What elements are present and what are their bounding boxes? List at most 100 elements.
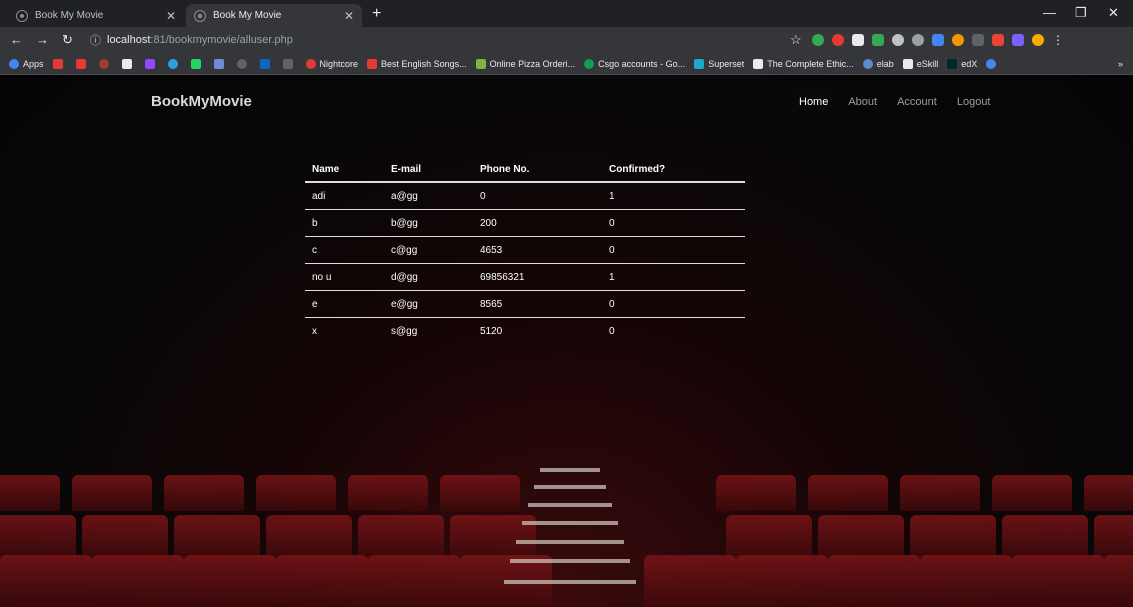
bookmark-item[interactable]: eSkill	[902, 58, 939, 69]
grammarly-icon[interactable]	[812, 34, 824, 46]
menu-dots-icon[interactable]: ⋮	[1052, 33, 1064, 47]
table-header-row: Name E-mail Phone No. Confirmed?	[305, 157, 745, 183]
nav-about[interactable]: About	[838, 87, 887, 117]
tab-title: Book My Movie	[213, 10, 282, 21]
close-window-icon[interactable]: ✕	[1108, 5, 1119, 21]
bookmark-label: eSkill	[916, 58, 939, 69]
cell-phone: 8565	[473, 290, 602, 318]
cell-confirmed: 0	[609, 325, 615, 337]
forward-icon[interactable]: →	[36, 32, 49, 47]
cell-phone: 200	[473, 209, 602, 237]
bookmark-item[interactable]: elab	[862, 58, 894, 69]
profile-avatar-icon[interactable]	[1032, 34, 1044, 46]
bookmark-item[interactable]: Apps	[9, 58, 44, 69]
reload-icon[interactable]: ↻	[62, 32, 73, 48]
seat-decoration	[992, 475, 1072, 511]
bookmark-item[interactable]: The Complete Ethic...	[753, 58, 854, 69]
extension-icon[interactable]	[892, 34, 904, 46]
bookmark-item[interactable]	[259, 58, 274, 69]
bookmarks-bar: Apps Nightcore Best English Songs... Online…	[0, 53, 1133, 75]
bookmark-item[interactable]	[52, 58, 67, 69]
bookmark-item[interactable]: Csgo accounts - Go...	[584, 58, 685, 69]
bookmark-favicon-icon	[144, 58, 155, 69]
close-tab-icon[interactable]: ✕	[166, 9, 176, 23]
browser-tab-1[interactable]: Book My Movie ✕	[8, 4, 184, 27]
cell-name: x	[312, 325, 317, 337]
globe-icon	[16, 9, 28, 22]
extension-icon[interactable]	[872, 34, 884, 46]
table-row: c c@gg 4653 0	[305, 236, 745, 264]
bookmark-item[interactable]	[121, 58, 136, 69]
extension-icon[interactable]	[992, 34, 1004, 46]
bookmark-item[interactable]: Superset	[694, 58, 745, 69]
bookmark-item[interactable]	[167, 58, 182, 69]
extension-icon[interactable]	[972, 34, 984, 46]
cell-confirmed: 0	[602, 209, 745, 237]
bookmark-favicon-icon	[259, 58, 270, 69]
bookmark-item[interactable]	[282, 58, 297, 69]
seat-decoration	[828, 555, 920, 607]
ublock-icon[interactable]	[832, 34, 844, 46]
stair-decoration	[510, 559, 630, 563]
bookmark-favicon-icon	[367, 58, 378, 69]
url-path: :81/bookmymovie/alluser.php	[150, 34, 293, 46]
close-tab-icon[interactable]: ✕	[344, 9, 354, 23]
nav-home[interactable]: Home	[789, 87, 839, 117]
bookmark-item[interactable]	[213, 58, 228, 69]
bookmark-label: edX	[961, 58, 978, 69]
bookmarks-overflow-icon[interactable]: »	[1118, 59, 1123, 69]
play-icon[interactable]	[852, 34, 864, 46]
seat-decoration	[0, 475, 60, 511]
stair-decoration	[540, 468, 600, 472]
seat-decoration	[1084, 475, 1133, 511]
cell-confirmed: 0	[602, 290, 745, 318]
bookmark-favicon-icon	[282, 58, 293, 69]
new-tab-icon[interactable]: +	[372, 5, 381, 23]
bookmark-label: Best English Songs...	[381, 58, 467, 69]
bookmark-item[interactable]: Online Pizza Orderi...	[475, 58, 575, 69]
address-bar[interactable]: ⓘ localhost:81/bookmymovie/alluser.php	[84, 30, 774, 50]
seat-decoration	[256, 475, 336, 511]
bookmark-item[interactable]: Best English Songs...	[367, 58, 467, 69]
seat-decoration	[348, 475, 428, 511]
site-brand[interactable]: BookMyMovie	[151, 93, 252, 110]
extension-icon[interactable]	[952, 34, 964, 46]
seat-decoration	[920, 555, 1012, 607]
bookmark-item[interactable]	[986, 58, 1000, 69]
extension-icon[interactable]	[932, 34, 944, 46]
seat-decoration	[1104, 555, 1133, 607]
minimize-icon[interactable]: —	[1043, 5, 1056, 20]
seat-decoration	[0, 555, 92, 607]
tab-title: Book My Movie	[35, 10, 104, 21]
cell-name: no u	[305, 263, 384, 291]
bookmark-favicon-icon	[190, 58, 201, 69]
nav-logout[interactable]: Logout	[947, 87, 1001, 117]
extension-icon[interactable]	[1012, 34, 1024, 46]
nav-account[interactable]: Account	[887, 87, 947, 117]
google-icon[interactable]	[912, 34, 924, 46]
browser-tab-2[interactable]: Book My Movie ✕	[186, 4, 362, 27]
table-row: adi a@gg 0 1	[305, 182, 745, 210]
bookmark-item[interactable]	[75, 58, 90, 69]
info-icon[interactable]: ⓘ	[90, 32, 101, 48]
bookmark-item[interactable]: Nightcore	[305, 58, 358, 69]
bookmark-label: The Complete Ethic...	[767, 58, 854, 69]
table-row: b b@gg 200 0	[305, 209, 745, 237]
bookmark-item[interactable]	[190, 58, 205, 69]
cell-name: adi	[305, 182, 384, 210]
bookmark-star-icon[interactable]: ☆	[790, 32, 802, 48]
users-table: Name E-mail Phone No. Confirmed? adi a@gg…	[305, 157, 745, 344]
bookmark-item[interactable]: edX	[947, 58, 978, 69]
cell-email: a@gg	[384, 182, 473, 210]
bookmark-label: Superset	[708, 58, 745, 69]
bookmark-favicon-icon	[236, 58, 247, 69]
cell-confirmed: 0	[602, 236, 745, 264]
back-icon[interactable]: ←	[10, 32, 23, 47]
bookmark-item[interactable]	[144, 58, 159, 69]
restore-icon[interactable]: ❐	[1075, 5, 1087, 21]
bookmark-item[interactable]	[98, 58, 113, 69]
cell-confirmed: 1	[602, 263, 745, 291]
cell-name: b	[305, 209, 384, 237]
bookmark-favicon-icon	[75, 58, 86, 69]
bookmark-item[interactable]	[236, 58, 251, 69]
